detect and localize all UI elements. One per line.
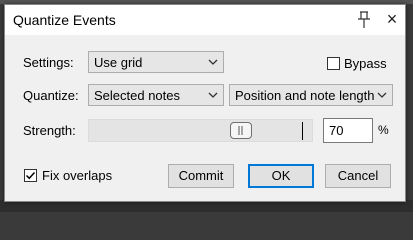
strength-input-value: 70: [329, 123, 344, 138]
settings-dropdown[interactable]: Use grid: [88, 51, 224, 73]
quantize-events-dialog: Quantize Events × Settings: Use grid Byp…: [4, 4, 406, 202]
ok-button[interactable]: OK: [248, 164, 314, 188]
checkmark-icon: [25, 171, 36, 180]
fix-overlaps-label: Fix overlaps: [42, 168, 113, 183]
commit-button[interactable]: Commit: [168, 164, 234, 188]
grip-icon: [238, 126, 243, 135]
strength-slider-track[interactable]: [88, 119, 313, 142]
chevron-down-icon: [377, 92, 387, 98]
dialog-title: Quantize Events: [13, 12, 116, 28]
quantize-label: Quantize:: [23, 88, 79, 103]
bypass-checkbox[interactable]: [327, 57, 340, 70]
strength-label: Strength:: [23, 123, 76, 138]
slider-end-tick: [302, 122, 303, 140]
quantize-mode-value: Position and note length: [235, 88, 375, 103]
pin-icon[interactable]: [355, 10, 373, 30]
quantize-mode-dropdown[interactable]: Position and note length: [229, 84, 393, 106]
bypass-label: Bypass: [344, 56, 387, 71]
strength-input[interactable]: 70: [323, 118, 373, 143]
chevron-down-icon: [208, 92, 218, 98]
close-icon[interactable]: ×: [383, 9, 401, 29]
quantize-scope-value: Selected notes: [94, 88, 181, 103]
strength-unit: %: [378, 123, 389, 137]
chevron-down-icon: [208, 59, 218, 65]
settings-label: Settings:: [23, 55, 74, 70]
settings-dropdown-value: Use grid: [94, 55, 143, 70]
strength-slider-thumb[interactable]: [230, 122, 252, 139]
fix-overlaps-checkbox[interactable]: [24, 169, 37, 182]
quantize-scope-dropdown[interactable]: Selected notes: [88, 84, 224, 106]
cancel-button[interactable]: Cancel: [325, 164, 391, 188]
title-bar[interactable]: Quantize Events ×: [5, 5, 405, 35]
